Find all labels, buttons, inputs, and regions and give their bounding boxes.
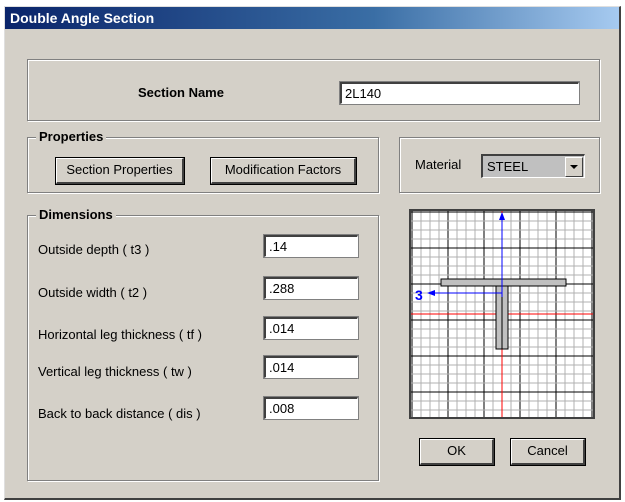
properties-group: Properties Section Properties Modificati… (27, 129, 379, 193)
modification-factors-button-label: Modification Factors (224, 162, 342, 177)
dimensions-legend: Dimensions (36, 207, 116, 222)
material-label: Material (415, 157, 462, 172)
cancel-button[interactable]: Cancel (510, 438, 586, 466)
section-properties-button-label: Section Properties (66, 162, 173, 177)
axis-3-arrow-icon (427, 290, 435, 296)
chevron-down-icon (570, 165, 578, 169)
vertical-leg-right (501, 285, 509, 350)
section-name-input[interactable] (339, 81, 580, 105)
ok-button[interactable]: OK (419, 438, 495, 466)
dimensions-group: Dimensions Outside depth ( t3 ) Outside … (27, 207, 379, 481)
axis-2-arrow-icon (499, 212, 505, 220)
vertical-leg-left (495, 285, 503, 350)
dimension-label-outside-width: Outside width ( t2 ) (38, 285, 148, 300)
dimension-label-outside-depth: Outside depth ( t3 ) (38, 242, 150, 257)
ok-button-label: OK (447, 443, 466, 458)
material-selected-value: STEEL (487, 159, 529, 174)
properties-legend: Properties (36, 129, 107, 144)
material-select[interactable]: STEEL (481, 154, 585, 178)
window-title: Double Angle Section (5, 7, 619, 29)
dimension-label-back-to-back-distance: Back to back distance ( dis ) (38, 406, 201, 421)
back-to-back-distance-input[interactable] (263, 396, 359, 420)
outside-depth-input[interactable] (263, 234, 359, 258)
section-name-group: Section Name (27, 59, 600, 121)
outside-width-input[interactable] (263, 276, 359, 300)
double-angle-section-dialog: Double Angle Section Section Name Proper… (4, 6, 621, 500)
cancel-button-label: Cancel (527, 443, 568, 458)
axis-3-label: 3 (415, 287, 423, 303)
dimension-label-vertical-leg-thickness: Vertical leg thickness ( tw ) (38, 364, 192, 379)
material-dropdown-arrow[interactable] (565, 157, 583, 177)
section-name-label: Section Name (138, 85, 224, 100)
section-preview: 3 (409, 209, 595, 419)
section-preview-drawing: 3 (411, 211, 593, 417)
horizontal-leg-thickness-input[interactable] (263, 316, 359, 340)
vertical-leg-thickness-input[interactable] (263, 355, 359, 379)
modification-factors-button[interactable]: Modification Factors (210, 157, 357, 185)
dimension-label-horizontal-leg-thickness: Horizontal leg thickness ( tf ) (38, 327, 203, 342)
material-group: Material STEEL (399, 137, 600, 193)
horizontal-leg-flange (440, 278, 567, 287)
section-properties-button[interactable]: Section Properties (55, 157, 185, 185)
